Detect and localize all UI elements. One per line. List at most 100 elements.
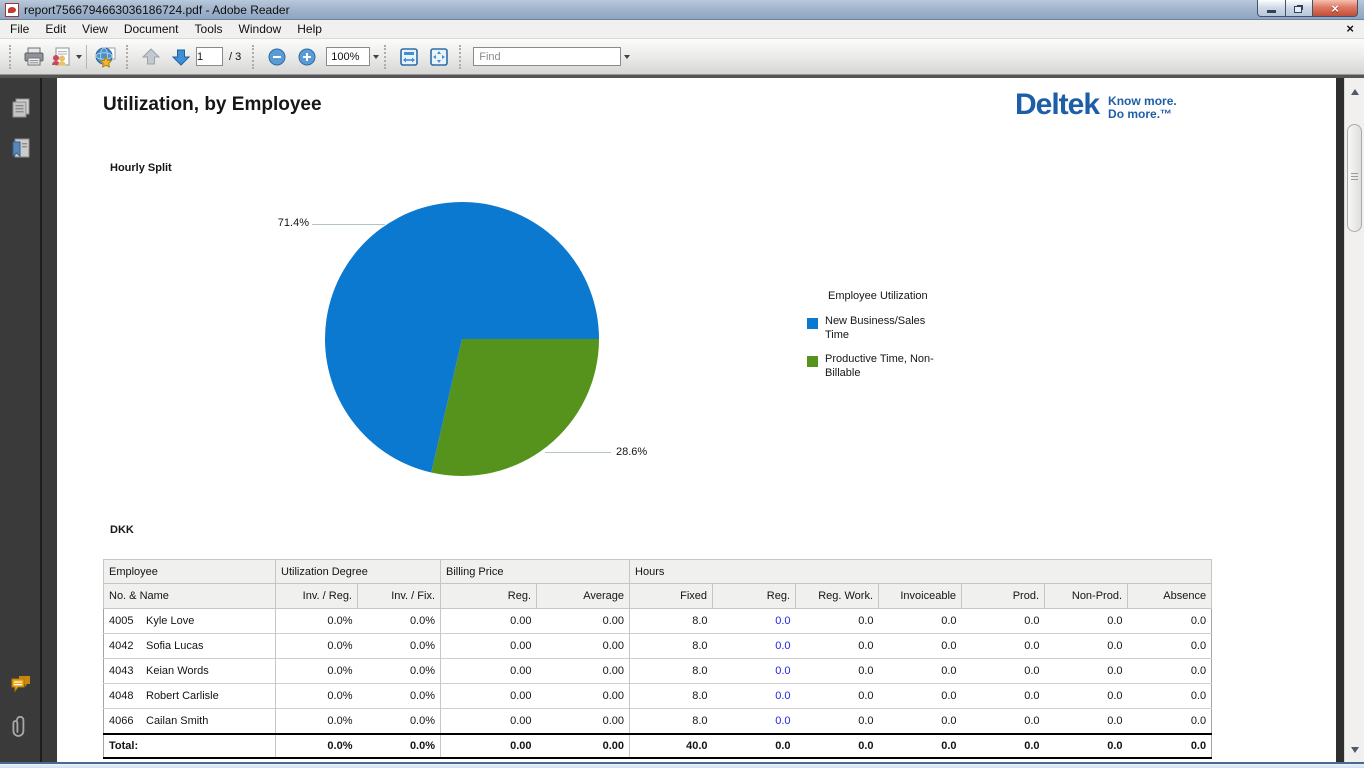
total-value-cell: 0.00 <box>441 734 537 758</box>
toolbar-grip[interactable] <box>252 45 257 69</box>
bookmarks-icon[interactable] <box>9 136 33 160</box>
find-control <box>473 47 630 66</box>
menu-item-file[interactable]: File <box>2 22 37 36</box>
legend-title: Employee Utilization <box>828 290 987 302</box>
window-title: report7566794663036186724.pdf - Adobe Re… <box>24 3 290 17</box>
value-cell: 0.0% <box>358 659 441 684</box>
toolbar-grip[interactable] <box>459 45 464 69</box>
reg-hours-link[interactable]: 0.0 <box>713 659 796 684</box>
value-cell: 0.00 <box>441 634 537 659</box>
value-cell: 0.0% <box>276 659 358 684</box>
menu-bar: FileEditViewDocumentToolsWindowHelp × <box>0 20 1364 39</box>
previous-page-icon <box>140 46 162 68</box>
previous-page-button[interactable] <box>136 43 166 71</box>
employee-cell: 4042Sofia Lucas <box>104 634 276 659</box>
value-cell: 0.0 <box>962 609 1045 634</box>
value-cell: 0.00 <box>537 609 630 634</box>
adobe-reader-window: report7566794663036186724.pdf - Adobe Re… <box>0 0 1364 768</box>
vertical-scrollbar[interactable] <box>1344 78 1364 762</box>
value-cell: 0.0 <box>796 684 879 709</box>
find-input[interactable] <box>473 47 621 66</box>
currency-label: DKK <box>110 524 134 536</box>
comments-icon[interactable] <box>9 672 33 696</box>
value-cell: 0.00 <box>441 684 537 709</box>
column-group-header: Employee <box>104 560 276 584</box>
share-dropdown-caret <box>76 55 82 59</box>
toolbar-grip[interactable] <box>9 45 14 69</box>
fit-width-button[interactable] <box>394 43 424 71</box>
next-page-icon <box>170 46 192 68</box>
close-document-icon[interactable]: × <box>1346 21 1354 37</box>
restore-button[interactable] <box>1286 0 1313 17</box>
value-cell: 0.0 <box>879 709 962 734</box>
brand-logo: Deltek Know more. Do more.™ <box>1015 88 1177 122</box>
menu-item-edit[interactable]: Edit <box>37 22 74 36</box>
print-button[interactable] <box>19 43 49 71</box>
column-group-header: Hours <box>630 560 1212 584</box>
zoom-level-select[interactable]: 100% <box>326 47 370 66</box>
column-header: Reg. <box>713 584 796 609</box>
scroll-down-icon <box>1351 747 1359 753</box>
main-area: Utilization, by Employee Deltek Know mor… <box>0 75 1364 762</box>
zoom-in-button[interactable] <box>292 43 322 71</box>
table-row: 4005Kyle Love0.0%0.0%0.000.008.00.00.00.… <box>104 609 1212 634</box>
scrollbar-thumb[interactable] <box>1347 124 1362 232</box>
value-cell: 0.0 <box>1045 659 1128 684</box>
brand-tagline-line2: Do more.™ <box>1108 107 1172 121</box>
find-dropdown-caret[interactable] <box>624 55 630 59</box>
page-thumbnails-icon[interactable] <box>9 96 33 120</box>
pie-slice-label: 71.4% <box>267 217 309 229</box>
zoom-in-icon <box>297 47 317 67</box>
value-cell: 0.00 <box>441 709 537 734</box>
menu-item-window[interactable]: Window <box>231 22 290 36</box>
employee-name: Robert Carlisle <box>146 690 219 702</box>
column-header: Inv. / Fix. <box>358 584 441 609</box>
zoom-dropdown-caret[interactable] <box>373 55 379 59</box>
table-row: 4042Sofia Lucas0.0%0.0%0.000.008.00.00.0… <box>104 634 1212 659</box>
scroll-down-button[interactable] <box>1345 742 1364 758</box>
toolbar-grip[interactable] <box>384 45 389 69</box>
employee-cell: 4048Robert Carlisle <box>104 684 276 709</box>
menu-item-tools[interactable]: Tools <box>187 22 231 36</box>
fit-page-button[interactable] <box>424 43 454 71</box>
value-cell: 0.00 <box>441 609 537 634</box>
column-header: Average <box>537 584 630 609</box>
fit-width-icon <box>398 46 420 68</box>
value-cell: 0.0 <box>879 684 962 709</box>
menu-item-view[interactable]: View <box>74 22 116 36</box>
legend-item: Productive Time, Non-Billable <box>807 352 987 380</box>
value-cell: 0.0% <box>358 634 441 659</box>
callout-line <box>312 224 385 225</box>
value-cell: 0.0 <box>1128 709 1212 734</box>
reg-hours-link[interactable]: 0.0 <box>713 634 796 659</box>
menu-item-document[interactable]: Document <box>116 22 187 36</box>
legend-swatch <box>807 318 818 329</box>
value-cell: 0.0 <box>1128 609 1212 634</box>
collaborate-button[interactable] <box>91 43 121 71</box>
value-cell: 0.0 <box>962 709 1045 734</box>
zoom-out-button[interactable] <box>262 43 292 71</box>
close-button[interactable]: × <box>1313 0 1358 17</box>
employee-name: Kyle Love <box>146 615 194 627</box>
pdf-app-icon <box>5 3 19 17</box>
next-page-button[interactable] <box>166 43 196 71</box>
employee-number: 4043 <box>109 665 146 677</box>
minimize-icon <box>1267 10 1276 13</box>
attachments-icon[interactable] <box>9 716 33 740</box>
scroll-up-button[interactable] <box>1345 84 1364 100</box>
reg-hours-link[interactable]: 0.0 <box>713 609 796 634</box>
total-value-cell: 0.0% <box>358 734 441 758</box>
page-number-input[interactable] <box>196 47 223 66</box>
toolbar: / 3 100% <box>0 39 1364 75</box>
reg-hours-link[interactable]: 0.0 <box>713 684 796 709</box>
value-cell: 0.0 <box>796 634 879 659</box>
menu-item-help[interactable]: Help <box>289 22 330 36</box>
minimize-button[interactable] <box>1257 0 1286 17</box>
close-icon: × <box>1331 1 1339 16</box>
taskbar-edge <box>0 762 1364 768</box>
share-document-button[interactable] <box>49 43 82 71</box>
reg-hours-link[interactable]: 0.0 <box>713 709 796 734</box>
toolbar-grip[interactable] <box>126 45 131 69</box>
value-cell: 8.0 <box>630 709 713 734</box>
employee-name: Keian Words <box>146 665 209 677</box>
